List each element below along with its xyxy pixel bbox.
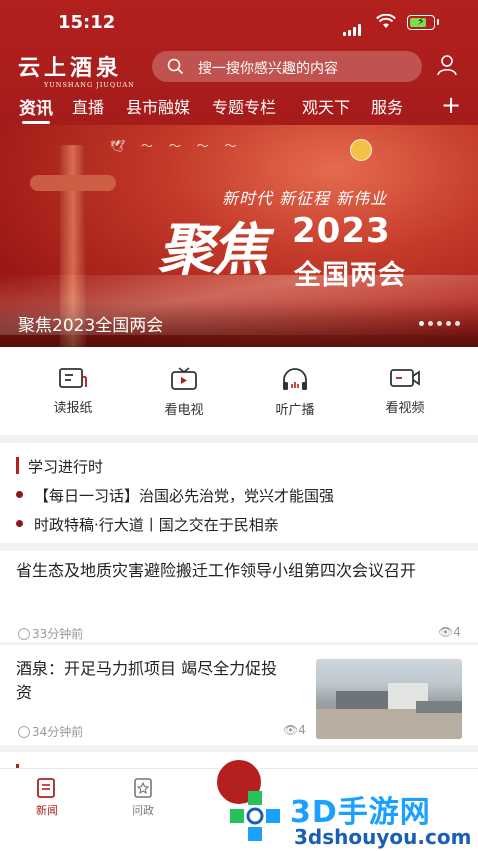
clock-icon bbox=[18, 725, 30, 738]
newspaper-icon bbox=[59, 368, 87, 388]
news-item[interactable]: 酒泉：开足马力抓项目 竭尽全力促投资 34分钟前 👁4 bbox=[0, 645, 478, 745]
study-item[interactable]: 时政特稿·行大道丨国之交在于民相亲 bbox=[16, 514, 279, 535]
news-title: 酒泉：开足马力抓项目 竭尽全力促投资 bbox=[16, 659, 278, 702]
user-icon[interactable] bbox=[435, 53, 459, 77]
view-count: 4 bbox=[298, 723, 306, 737]
tab-county-media[interactable]: 县市融媒 bbox=[126, 94, 190, 118]
banner-carousel[interactable]: 🕊 ～ ～ ～ ～ 新时代 新征程 新伟业 聚焦 2023 全国两会 聚焦202… bbox=[0, 125, 478, 347]
search-icon bbox=[167, 58, 184, 75]
quick-link-label: 读报纸 bbox=[53, 401, 93, 416]
inquiry-icon bbox=[134, 778, 152, 798]
quick-link-label: 听广播 bbox=[275, 403, 315, 418]
tv-icon bbox=[171, 367, 197, 390]
study-item-text: 【每日一习话】治国必先治党，党兴才能国强 bbox=[34, 487, 335, 505]
tab-news[interactable]: 资讯 bbox=[19, 94, 53, 119]
carousel-dot[interactable] bbox=[419, 321, 424, 326]
quick-links: 读报纸 看电视 听广播 看视频 bbox=[0, 347, 478, 435]
tab-world[interactable]: 观天下 bbox=[302, 94, 350, 118]
logo-text-en: YUNSHANG JIUQUAN bbox=[44, 81, 135, 89]
clock-icon bbox=[18, 627, 30, 640]
banner-caption: 聚焦2023全国两会 bbox=[18, 316, 164, 336]
birds-decoration: 🕊 ～ ～ ～ ～ bbox=[110, 139, 243, 153]
bottom-tab-label: 新闻 bbox=[36, 804, 58, 817]
news-views: 👁4 bbox=[283, 723, 306, 737]
add-channel-button[interactable]: + bbox=[441, 91, 461, 119]
eye-icon: 👁 bbox=[438, 625, 454, 639]
section-title: 学习进行时 bbox=[28, 458, 104, 476]
quick-link-label: 看视频 bbox=[385, 401, 425, 416]
news-icon bbox=[37, 778, 55, 798]
bottom-tab-news[interactable]: 新闻 bbox=[17, 777, 77, 818]
watermark-url: 3dshouyou.com bbox=[294, 825, 472, 849]
section-accent-bar bbox=[16, 457, 19, 474]
quick-link-newspaper[interactable]: 读报纸 bbox=[38, 367, 108, 416]
bottom-tab-label: 问政 bbox=[132, 804, 154, 817]
banner-year: 2023 bbox=[292, 211, 391, 251]
bottom-tab-inquiry[interactable]: 问政 bbox=[113, 777, 173, 818]
search-bar[interactable]: 搜一搜你感兴趣的内容 bbox=[152, 51, 422, 82]
news-time: 33分钟前 bbox=[32, 627, 84, 641]
quick-link-video[interactable]: 看视频 bbox=[370, 367, 440, 416]
carousel-dot[interactable] bbox=[428, 321, 433, 326]
carousel-dots bbox=[415, 311, 460, 330]
cellular-signal-icon bbox=[343, 17, 363, 36]
eye-icon: 👁 bbox=[283, 723, 299, 737]
search-placeholder: 搜一搜你感兴趣的内容 bbox=[198, 61, 338, 77]
view-count: 4 bbox=[453, 625, 461, 639]
tab-active-indicator bbox=[22, 121, 50, 124]
banner-big-text: 聚焦 bbox=[158, 217, 268, 283]
wifi-icon bbox=[376, 14, 396, 28]
watermark-logo-icon bbox=[230, 791, 280, 841]
news-meta: 33分钟前 bbox=[18, 625, 83, 642]
news-meta: 34分钟前 bbox=[18, 723, 83, 740]
tab-special-topics[interactable]: 专题专栏 bbox=[212, 94, 276, 118]
news-item[interactable]: 省生态及地质灾害避险搬迁工作领导小组第四次会议召开 33分钟前 👁4 bbox=[0, 551, 478, 642]
carousel-dot[interactable] bbox=[455, 321, 460, 326]
quick-link-label: 看电视 bbox=[164, 403, 204, 418]
quick-link-tv[interactable]: 看电视 bbox=[149, 367, 219, 418]
carousel-dot[interactable] bbox=[437, 321, 442, 326]
study-section: 学习进行时 【每日一习话】治国必先治党，党兴才能国强 时政特稿·行大道丨国之交在… bbox=[0, 443, 478, 543]
status-bar: 15:12 ⚡ bbox=[0, 0, 478, 44]
news-time: 34分钟前 bbox=[32, 725, 84, 739]
tab-live[interactable]: 直播 bbox=[72, 94, 104, 118]
study-item-text: 时政特稿·行大道丨国之交在于民相亲 bbox=[34, 516, 279, 534]
app-logo: 云上酒泉 YUNSHANG JIUQUAN bbox=[18, 50, 135, 89]
emblem-icon bbox=[350, 139, 372, 161]
carousel-dot[interactable] bbox=[446, 321, 451, 326]
channel-tabs: 资讯 直播 县市融媒 专题专栏 观天下 服务 + bbox=[0, 91, 478, 124]
bullet-dot bbox=[16, 520, 23, 527]
logo-text-cn: 云上酒泉 bbox=[18, 55, 123, 81]
news-title: 省生态及地质灾害避险搬迁工作领导小组第四次会议召开 bbox=[16, 561, 417, 580]
headphones-icon bbox=[283, 368, 307, 390]
tab-services[interactable]: 服务 bbox=[371, 94, 403, 118]
watermark: 3D手游网 3dshouyou.com bbox=[226, 787, 476, 849]
bullet-dot bbox=[16, 491, 23, 498]
banner-meeting: 全国两会 bbox=[294, 260, 406, 291]
study-item[interactable]: 【每日一习话】治国必先治党，党兴才能国强 bbox=[16, 485, 334, 506]
news-thumbnail bbox=[316, 659, 462, 739]
battery-icon: ⚡ bbox=[407, 15, 439, 30]
quick-link-radio[interactable]: 听广播 bbox=[260, 367, 330, 418]
news-views: 👁4 bbox=[438, 625, 461, 639]
app-header: 15:12 ⚡ 云上酒泉 YUNSHANG JIUQUAN 搜一搜你感兴趣的内容… bbox=[0, 0, 478, 125]
video-camera-icon bbox=[390, 369, 420, 387]
status-time: 15:12 bbox=[58, 12, 116, 33]
